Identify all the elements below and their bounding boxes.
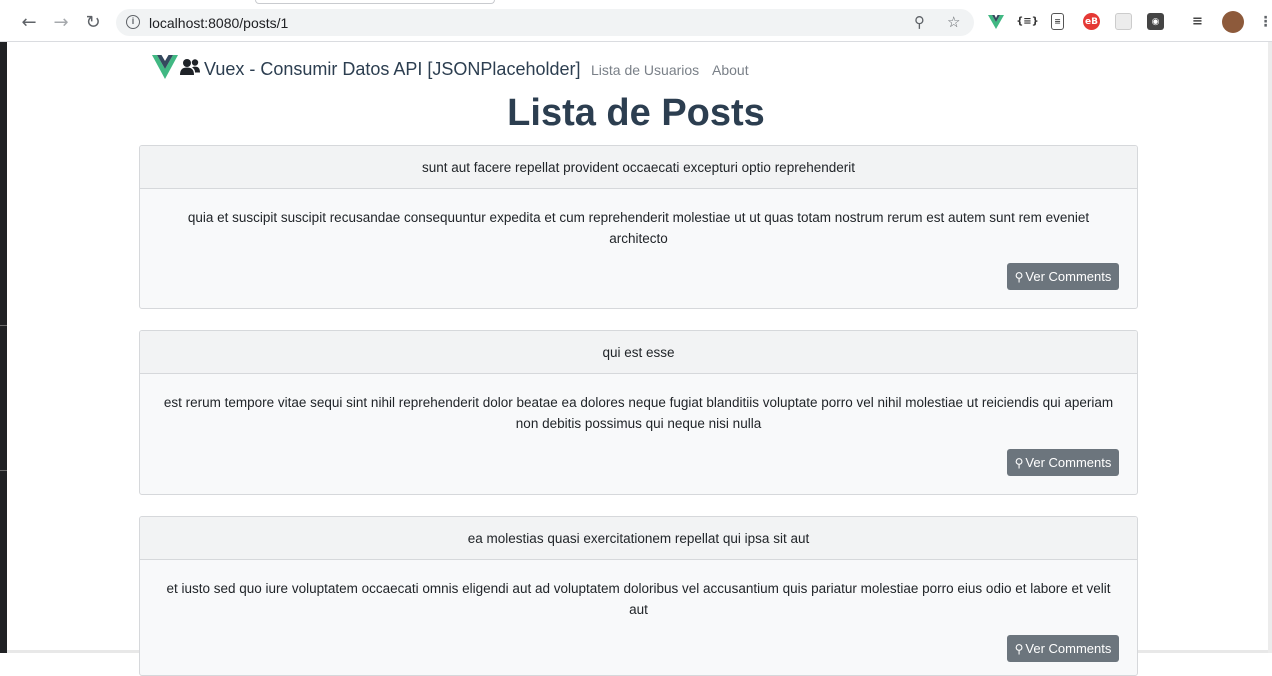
nav-link-about[interactable]: About: [712, 62, 749, 78]
json-extension-icon[interactable]: {≡}: [1016, 13, 1039, 30]
post-title: sunt aut facere repellat provident occae…: [140, 146, 1137, 189]
ver-comments-label: Ver Comments: [1025, 455, 1112, 470]
info-icon[interactable]: i: [126, 15, 140, 29]
users-icon: [180, 58, 200, 81]
bulb-extension-icon[interactable]: ◉: [1147, 13, 1164, 30]
document-extension-icon[interactable]: ≡: [1051, 13, 1064, 30]
search-icon: ⚲: [1014, 641, 1024, 656]
post-card: qui est esse est rerum tempore vitae seq…: [139, 330, 1138, 495]
active-tab[interactable]: [255, 0, 495, 4]
post-body: et iusto sed quo iure voluptatem occaeca…: [166, 581, 1111, 617]
ver-comments-label: Ver Comments: [1025, 641, 1112, 656]
post-card: sunt aut facere repellat provident occae…: [139, 145, 1138, 309]
post-body: quia et suscipit suscipit recusandae con…: [187, 210, 1090, 246]
url-text[interactable]: localhost:8080/posts/1: [149, 15, 288, 31]
search-icon: ⚲: [1014, 269, 1024, 284]
post-title: qui est esse: [140, 331, 1137, 374]
menu-dots-icon[interactable]: ⋮: [1257, 13, 1272, 30]
record-extension-icon[interactable]: eB: [1083, 13, 1100, 30]
ver-comments-button[interactable]: ⚲ Ver Comments: [1007, 449, 1119, 476]
vue-devtools-extension-icon[interactable]: [987, 13, 1004, 30]
reload-icon[interactable]: ↻: [82, 11, 104, 33]
zoom-icon[interactable]: ⚲: [914, 13, 925, 31]
forward-icon[interactable]: →: [50, 11, 72, 33]
ver-comments-button[interactable]: ⚲ Ver Comments: [1007, 635, 1119, 662]
post-title: ea molestias quasi exercitationem repell…: [140, 517, 1137, 560]
profile-avatar[interactable]: [1222, 11, 1244, 33]
post-card: ea molestias quasi exercitationem repell…: [139, 516, 1138, 676]
search-icon: ⚲: [1014, 455, 1024, 470]
navbar-brand[interactable]: Vuex - Consumir Datos API [JSONPlacehold…: [152, 55, 581, 84]
media-queue-icon[interactable]: ≡: [1189, 13, 1206, 30]
grid-extension-icon[interactable]: [1115, 13, 1132, 30]
star-icon[interactable]: ☆: [947, 13, 960, 31]
post-body: est rerum tempore vitae sequi sint nihil…: [163, 395, 1114, 431]
ver-comments-label: Ver Comments: [1025, 269, 1112, 284]
brand-title: Vuex - Consumir Datos API [JSONPlacehold…: [204, 59, 581, 79]
page-title: Lista de Posts: [507, 92, 765, 134]
address-bar[interactable]: i localhost:8080/posts/1 ⚲ ☆: [116, 9, 974, 36]
nav-link-usuarios[interactable]: Lista de Usuarios: [591, 62, 699, 78]
browser-toolbar: ← → ↻ i localhost:8080/posts/1 ⚲ ☆ {≡} ≡…: [0, 0, 1272, 42]
vue-logo-icon: [152, 55, 178, 84]
back-icon[interactable]: ←: [18, 11, 40, 33]
ver-comments-button[interactable]: ⚲ Ver Comments: [1007, 263, 1119, 290]
